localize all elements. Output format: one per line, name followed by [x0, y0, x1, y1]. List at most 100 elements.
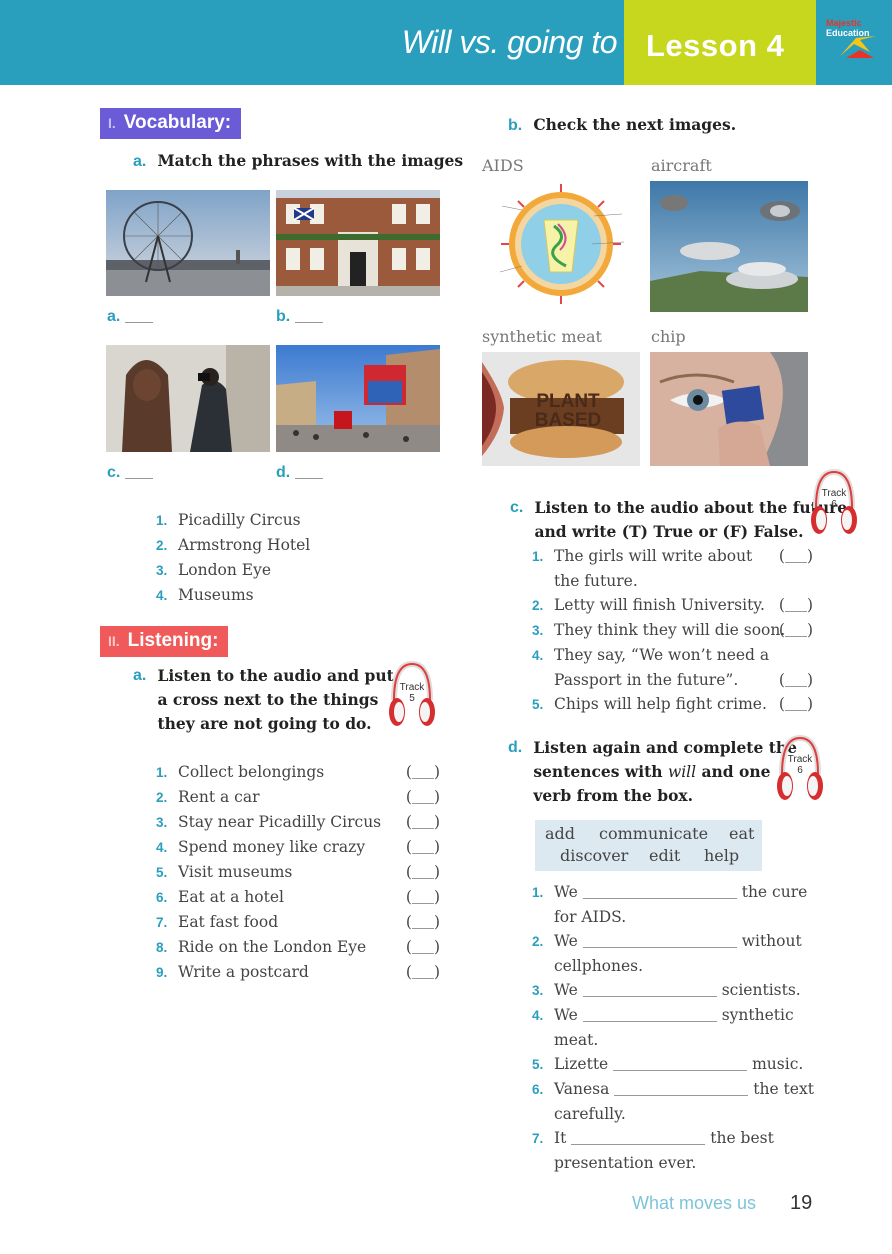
sentence-end: the best: [710, 1129, 774, 1147]
list-item: 6. Eat at a hotel (): [156, 885, 440, 910]
svg-text:Majestic: Majestic: [826, 18, 862, 28]
list-item: 5. Chips will help fight crime. (): [532, 692, 813, 717]
item-number: 1.: [156, 513, 168, 528]
word-box-item: edit: [649, 846, 681, 865]
image-label-b: b.: [276, 306, 324, 326]
sentence-start: Lizette: [554, 1055, 609, 1073]
list-item: 1. The girls will write about () the futu…: [532, 544, 813, 593]
answer-parens[interactable]: (): [779, 618, 813, 642]
item-number: 4.: [156, 840, 168, 855]
aids-virus-diagram: [482, 180, 640, 308]
word-box-item: eat: [729, 824, 755, 843]
answer-blank[interactable]: [295, 308, 324, 323]
item-letter: d.: [508, 739, 523, 756]
answer-blank[interactable]: [582, 982, 717, 997]
page-number: 19: [790, 1192, 813, 1214]
answer-blank[interactable]: [614, 1081, 749, 1096]
instruction-line: and write (T) True or (F) False.: [534, 522, 804, 541]
track-5-headphones-icon[interactable]: Track 5: [388, 660, 436, 726]
item-number: 2.: [156, 790, 168, 805]
burger-text-line: PLANT: [536, 391, 600, 412]
answer-parens[interactable]: (): [406, 860, 440, 884]
section-title-text: Listening:: [127, 630, 219, 651]
list-item: 3. London Eye: [156, 558, 310, 583]
track-word: Track: [821, 488, 847, 499]
answer-parens[interactable]: (): [406, 835, 440, 859]
list-item: 7. It the best presentation ever.: [532, 1126, 822, 1175]
answer-blank[interactable]: [582, 1007, 717, 1022]
track-6-headphones-icon[interactable]: Track 6: [776, 734, 824, 800]
item-letter: b.: [508, 117, 523, 134]
instruction-line: Listen to the audio and put: [157, 666, 394, 685]
item-number: 4.: [532, 648, 544, 663]
sentence-line2: for AIDS.: [554, 908, 627, 926]
item-text: Spend money like crazy: [178, 838, 366, 856]
vocabulary-instruction: a. Match the phrases with the images: [133, 149, 463, 173]
answer-parens[interactable]: (): [406, 785, 440, 809]
answer-blank[interactable]: [125, 464, 154, 479]
piccadilly-photo: [276, 345, 440, 452]
list-item: 3. Stay near Picadilly Circus (): [156, 810, 440, 835]
answer-parens[interactable]: (): [406, 935, 440, 959]
image-label-d: d.: [276, 462, 324, 482]
answer-blank[interactable]: [582, 884, 737, 899]
answer-parens[interactable]: (): [406, 960, 440, 984]
answer-parens[interactable]: (): [779, 593, 813, 617]
item-number: 3.: [156, 563, 168, 578]
sentence-line2: meat.: [554, 1031, 599, 1049]
answer-parens[interactable]: (): [406, 885, 440, 909]
true-false-list: 1. The girls will write about () the futu…: [532, 544, 813, 717]
listening-list: 1. Collect belongings () 2. Rent a car () 3.…: [156, 760, 440, 985]
sentence-end: music.: [752, 1055, 804, 1073]
lesson-label: Lesson 4: [646, 28, 785, 63]
answer-blank[interactable]: [295, 464, 324, 479]
museum-photo: [106, 345, 270, 452]
answer-blank[interactable]: [571, 1130, 706, 1145]
answer-parens[interactable]: (): [779, 544, 813, 568]
answer-parens[interactable]: (): [779, 668, 813, 692]
item-text: Visit museums: [178, 863, 293, 881]
sentence-end: scientists.: [721, 981, 801, 999]
answer-parens[interactable]: (): [406, 760, 440, 784]
answer-blank[interactable]: [125, 308, 154, 323]
item-text: Passport in the future”.: [554, 671, 739, 689]
instruction-fragment: and one: [696, 762, 771, 781]
item-number: 2.: [156, 538, 168, 553]
instruction-text: Check the next images.: [533, 115, 737, 134]
item-text: London Eye: [178, 561, 272, 579]
sentence-start: It: [554, 1129, 567, 1147]
item-text: Rent a car: [178, 788, 260, 806]
instruction-line: sentences with will and one: [533, 760, 797, 784]
track-6-headphones-icon[interactable]: Track 6: [810, 468, 858, 534]
list-item: 2. We without cellphones.: [532, 929, 822, 978]
list-item: 3. We scientists.: [532, 978, 822, 1003]
instruction-italic: will: [667, 763, 697, 781]
list-item: 5. Lizette music.: [532, 1052, 822, 1077]
answer-blank[interactable]: [613, 1056, 748, 1071]
item-number: 7.: [532, 1131, 544, 1146]
footer-title: What moves us: [632, 1193, 757, 1213]
item-text: Armstrong Hotel: [178, 536, 311, 554]
list-item: 1. Collect belongings (): [156, 760, 440, 785]
section-number: I.: [108, 115, 116, 131]
label-letter: c.: [107, 464, 121, 481]
sentence-end: the text: [753, 1080, 814, 1098]
item-text-line2: the future.: [554, 572, 638, 590]
listening-section-title: II. Listening:: [100, 626, 229, 657]
list-item: 1. Picadilly Circus: [156, 508, 310, 533]
item-text: Eat at a hotel: [178, 888, 284, 906]
answer-parens[interactable]: (): [406, 910, 440, 934]
instruction-line: verb from the box.: [533, 786, 694, 805]
answer-parens[interactable]: (): [406, 810, 440, 834]
list-item: 2. Letty will finish University. (): [532, 593, 813, 618]
sentence-line2: presentation ever.: [554, 1154, 697, 1172]
instruction-line: Listen again and complete the: [533, 738, 798, 757]
instruction-line: they are not going to do.: [157, 714, 372, 733]
list-item: 4. We synthetic meat.: [532, 1003, 822, 1052]
aircraft-photo: [650, 181, 808, 312]
sentence-end: without: [741, 932, 802, 950]
list-item: 1. We the cure for AIDS.: [532, 880, 822, 929]
answer-blank[interactable]: [582, 933, 737, 948]
item-number: 4.: [156, 588, 168, 603]
answer-parens[interactable]: (): [779, 692, 813, 716]
